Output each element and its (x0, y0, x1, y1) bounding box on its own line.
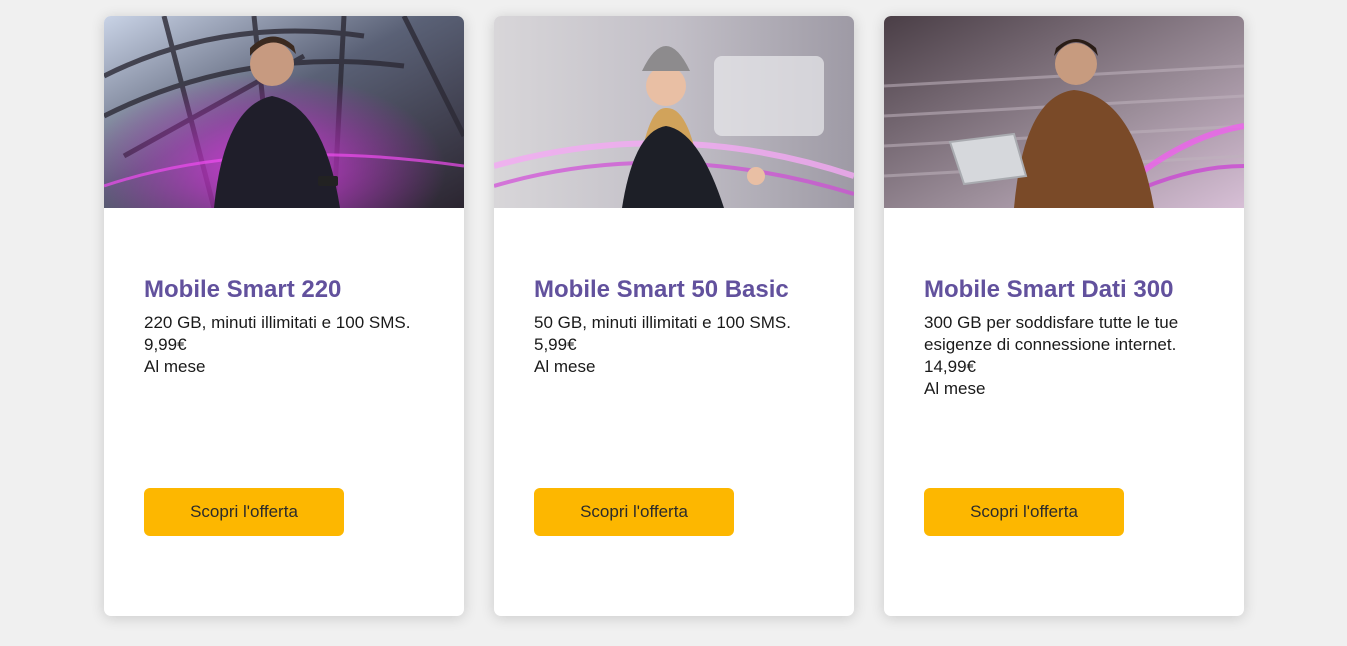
offer-title: Mobile Smart Dati 300 (924, 276, 1174, 303)
offer-price: 9,99€ (144, 335, 187, 354)
offer-description: 220 GB, minuti illimitati e 100 SMS. (144, 313, 411, 332)
offer-price: 5,99€ (534, 335, 577, 354)
offer-title: Mobile Smart 220 (144, 276, 342, 303)
offer-period: Al mese (924, 379, 986, 398)
offer-card-mobile-smart-220: Mobile Smart 220 220 GB, minuti illimita… (104, 16, 464, 616)
offer-price: 14,99€ (924, 357, 976, 376)
offer-description: 300 GB per soddisfare tutte le tue esige… (924, 313, 1179, 354)
discover-offer-button[interactable]: Scopri l'offerta (144, 488, 344, 536)
discover-offer-button[interactable]: Scopri l'offerta (534, 488, 734, 536)
offer-image-woman-on-phone (494, 16, 854, 208)
offer-title: Mobile Smart 50 Basic (534, 276, 789, 303)
offer-period: Al mese (534, 357, 596, 376)
offer-period: Al mese (144, 357, 206, 376)
offer-image-man-with-tablet (884, 16, 1244, 208)
offer-card-mobile-smart-50-basic: Mobile Smart 50 Basic 50 GB, minuti illi… (494, 16, 854, 616)
offer-cards: Mobile Smart 220 220 GB, minuti illimita… (104, 16, 1244, 616)
offer-card-mobile-smart-dati-300: Mobile Smart Dati 300 300 GB per soddisf… (884, 16, 1244, 616)
offer-image-man-with-phone (104, 16, 464, 208)
discover-offer-button[interactable]: Scopri l'offerta (924, 488, 1124, 536)
offer-description: 50 GB, minuti illimitati e 100 SMS. (534, 313, 791, 332)
